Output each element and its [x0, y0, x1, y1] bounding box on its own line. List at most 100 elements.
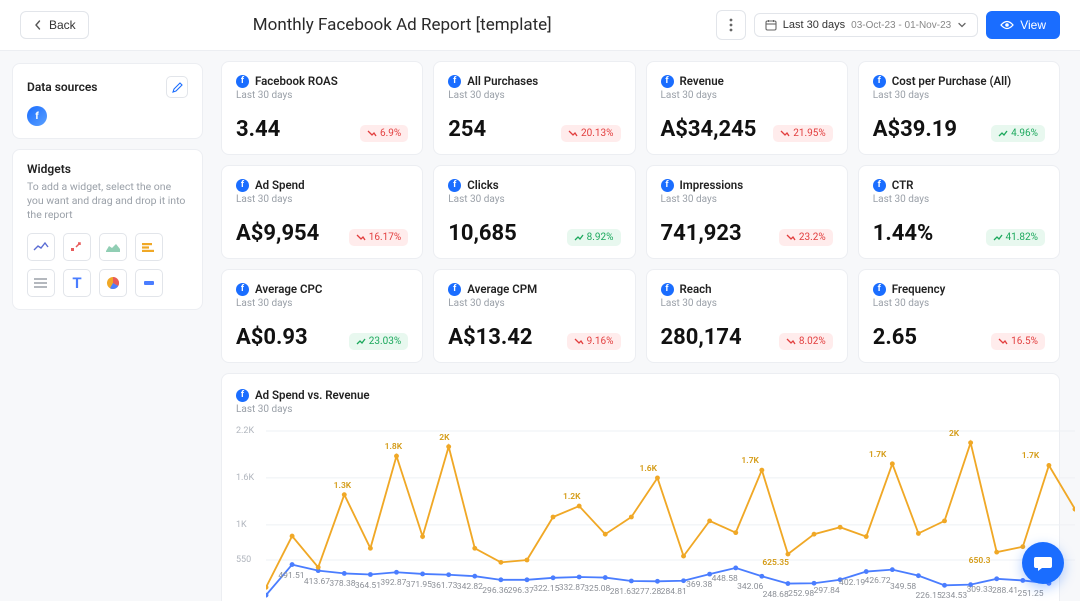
facebook-icon: f	[661, 179, 674, 192]
widget-list[interactable]	[27, 269, 55, 297]
widget-line[interactable]	[27, 233, 55, 261]
metric-card-all-purchases[interactable]: fAll PurchasesLast 30 days25420.13%	[433, 61, 635, 155]
facebook-icon: f	[661, 283, 674, 296]
metric-name: CTR	[892, 178, 914, 192]
widget-bars[interactable]	[135, 233, 163, 261]
report-canvas: fFacebook ROASLast 30 days3.446.9%fAll P…	[215, 51, 1080, 601]
facebook-icon: f	[448, 75, 461, 88]
y-tick: 1K	[236, 520, 247, 530]
chevron-left-icon	[33, 20, 43, 30]
metric-value: A$13.42	[448, 325, 532, 350]
spend-point-label: 342.82	[457, 582, 483, 592]
metric-card-average-cpm[interactable]: fAverage CPMLast 30 daysA$13.429.16%	[433, 269, 635, 363]
spend-point-label: 309.33	[966, 585, 992, 595]
view-button[interactable]: View	[986, 11, 1060, 39]
chart-title: Ad Spend vs. Revenue	[255, 388, 370, 402]
metric-subtitle: Last 30 days	[236, 194, 408, 205]
metric-card-ctr[interactable]: fCTRLast 30 days1.44%41.82%	[858, 165, 1060, 259]
metric-delta: 23.03%	[349, 333, 408, 350]
data-sources-panel: Data sources f	[12, 63, 203, 139]
metric-value: A$39.19	[873, 117, 957, 142]
y-tick: 550	[236, 555, 251, 565]
widget-area[interactable]	[99, 233, 127, 261]
metric-subtitle: Last 30 days	[448, 194, 620, 205]
sidebar: Data sources f Widgets To add a widget, …	[0, 51, 215, 601]
chevron-down-icon	[957, 20, 967, 30]
facebook-icon: f	[236, 389, 249, 402]
widget-pie[interactable]	[99, 269, 127, 297]
metric-card-facebook-roas[interactable]: fFacebook ROASLast 30 days3.446.9%	[221, 61, 423, 155]
spend-point-label: 296.37	[508, 586, 534, 596]
metric-card-ad-spend[interactable]: fAd SpendLast 30 daysA$9,95416.17%	[221, 165, 423, 259]
metric-delta: 20.13%	[561, 125, 620, 142]
revenue-peak-label: 1.7K	[869, 450, 887, 460]
date-range-label: Last 30 days	[783, 19, 845, 31]
more-menu-button[interactable]	[716, 10, 746, 40]
spend-point-label: 349.58	[890, 582, 916, 592]
help-chat-button[interactable]	[1022, 542, 1064, 584]
metric-name: Average CPM	[467, 282, 537, 296]
spend-point-label: 371.95	[406, 580, 432, 590]
revenue-peak-label: 2K	[439, 433, 449, 443]
revenue-peak-label: 1.2K	[563, 492, 581, 502]
facebook-icon: f	[448, 283, 461, 296]
spend-point-label: 277.28	[635, 587, 661, 597]
metric-value: 1.44%	[873, 221, 934, 246]
metric-value: 254	[448, 117, 486, 142]
widget-single[interactable]	[135, 269, 163, 297]
spend-point-label: 251.25	[1017, 589, 1043, 599]
metric-card-reach[interactable]: fReachLast 30 days280,1748.02%	[646, 269, 848, 363]
back-button[interactable]: Back	[20, 11, 89, 39]
metric-card-average-cpc[interactable]: fAverage CPCLast 30 daysA$0.9323.03%	[221, 269, 423, 363]
spend-point-label: 364.51	[355, 581, 381, 591]
metric-delta: 6.9%	[360, 125, 408, 142]
metric-delta: 23.2%	[779, 229, 833, 246]
widget-text[interactable]: T	[63, 269, 91, 297]
metric-value: A$34,245	[661, 117, 757, 142]
spend-point-label: 491.51	[278, 571, 304, 581]
metric-subtitle: Last 30 days	[661, 90, 833, 101]
kebab-icon	[729, 18, 733, 32]
metric-value: 2.65	[873, 325, 917, 350]
metric-card-impressions[interactable]: fImpressionsLast 30 days741,92323.2%	[646, 165, 848, 259]
spend-point-label: 322.15	[533, 584, 559, 594]
spend-point-label: 332.87	[559, 583, 585, 593]
spend-point-label: 297.84	[814, 586, 840, 596]
metric-name: Facebook ROAS	[255, 74, 338, 88]
edit-data-sources-button[interactable]	[166, 76, 188, 98]
widgets-panel: Widgets To add a widget, select the one …	[12, 149, 203, 310]
chart-area: 2.2K1.6K1K550491.51413.67378.38364.51392…	[236, 425, 1045, 601]
facebook-icon: f	[661, 75, 674, 88]
metric-subtitle: Last 30 days	[661, 298, 833, 309]
view-label: View	[1020, 18, 1046, 32]
revenue-peak-label: 1.8K	[385, 442, 403, 452]
metric-name: Reach	[680, 282, 712, 296]
revenue-peak-label: 2K	[949, 429, 959, 439]
widget-ranked[interactable]	[63, 233, 91, 261]
metric-card-revenue[interactable]: f Revenue Last 30 days A$34,245 21.95%	[646, 61, 848, 155]
spend-point-label: 369.38	[686, 580, 712, 590]
metric-card-clicks[interactable]: fClicksLast 30 days10,6858.92%	[433, 165, 635, 259]
metric-value: 3.44	[236, 117, 280, 142]
metric-subtitle: Last 30 days	[236, 90, 408, 101]
metric-card-frequency[interactable]: fFrequencyLast 30 days2.6516.5%	[858, 269, 1060, 363]
revenue-peak-label: 1.3K	[334, 481, 352, 491]
chart-subtitle: Last 30 days	[236, 404, 1045, 415]
calendar-icon	[765, 19, 777, 31]
metric-delta: 21.95%	[773, 125, 832, 142]
facebook-data-source-icon[interactable]: f	[27, 106, 47, 126]
eye-icon	[1000, 20, 1014, 30]
metric-subtitle: Last 30 days	[661, 194, 833, 205]
facebook-icon: f	[236, 179, 249, 192]
metric-delta: 16.5%	[991, 333, 1045, 350]
revenue-peak-label: 1.6K	[639, 464, 657, 474]
metric-subtitle: Last 30 days	[873, 194, 1045, 205]
date-range-picker[interactable]: Last 30 days 03-Oct-23 - 01-Nov-23	[754, 13, 978, 37]
metric-value: A$9,954	[236, 221, 319, 246]
spend-point-label: 448.58	[712, 574, 738, 584]
spend-point-label: 402.19	[839, 578, 865, 588]
metric-name: Revenue	[680, 74, 724, 88]
metric-card-cost-per-purchase-all-[interactable]: fCost per Purchase (All)Last 30 daysA$39…	[858, 61, 1060, 155]
spend-point-label: 342.06	[737, 582, 763, 592]
metric-name: Ad Spend	[255, 178, 305, 192]
